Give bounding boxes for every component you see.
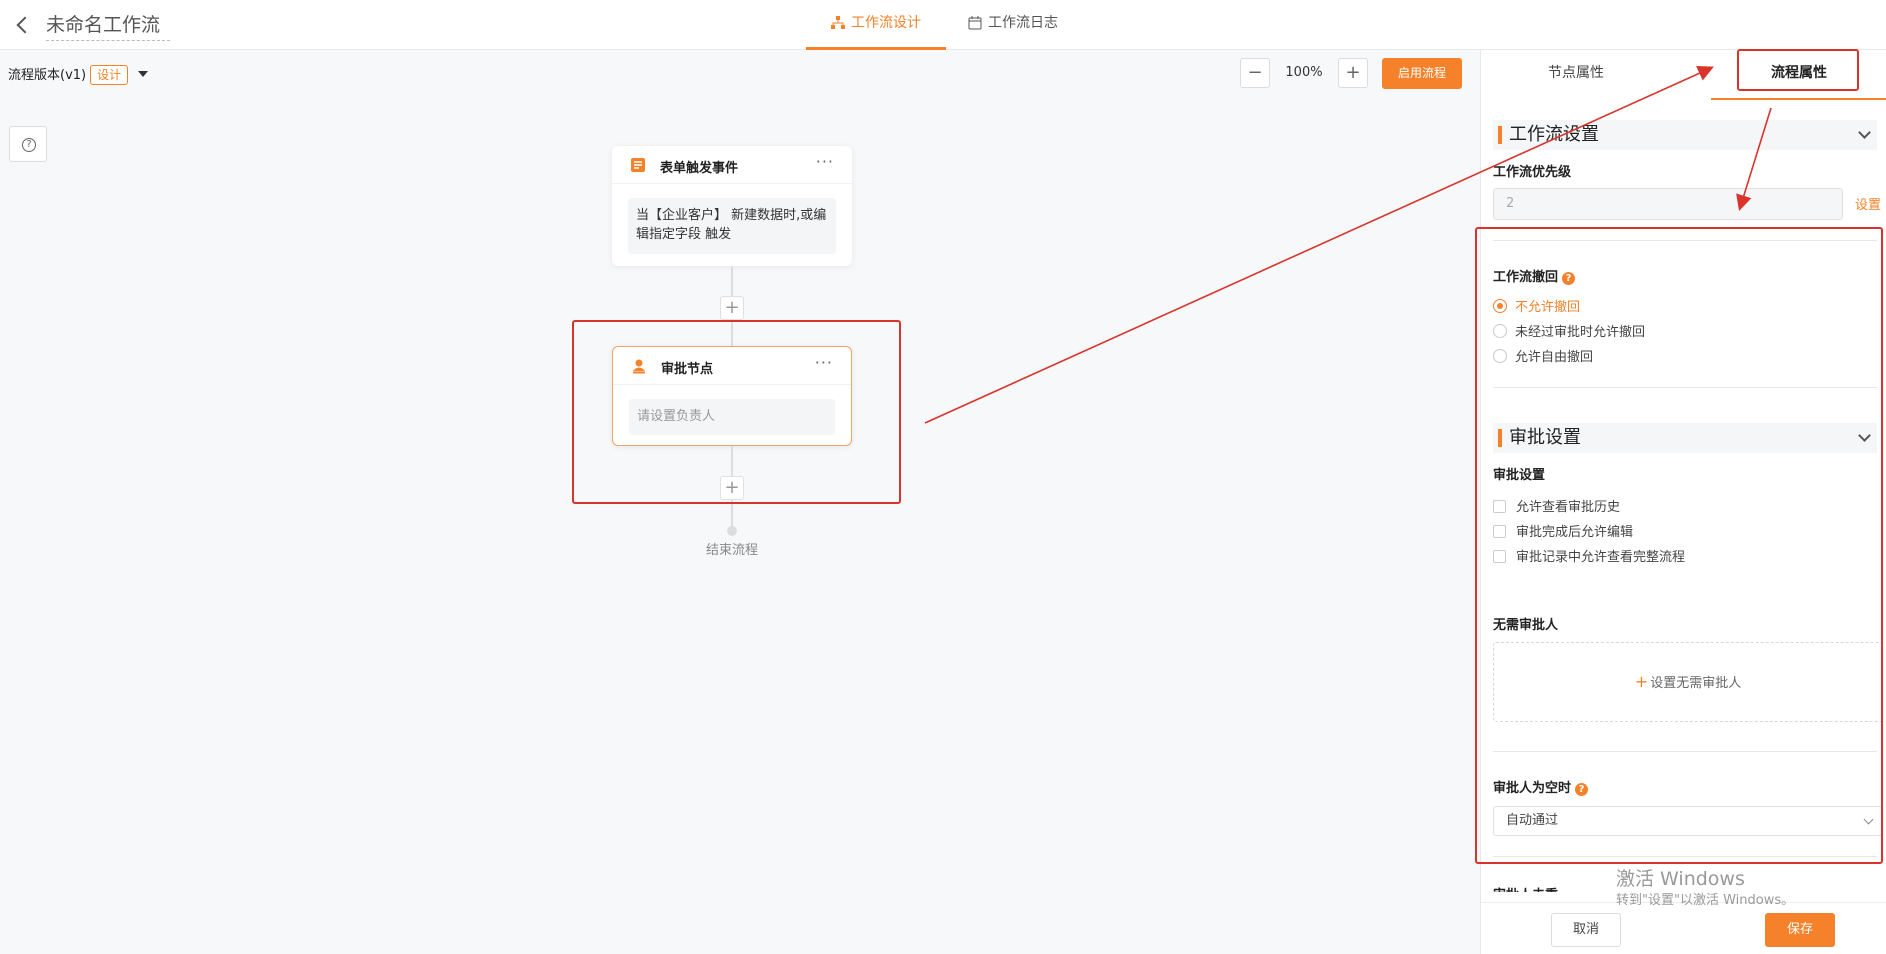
node-title: 表单触发事件 [660,161,739,176]
cancel-button[interactable]: 取消 [1551,913,1621,947]
end-dot [727,526,737,536]
form-icon [631,158,645,172]
node-header: 表单触发事件 ··· [612,146,852,184]
section-workflow-settings[interactable]: 工作流设置 [1493,120,1877,150]
workflow-title[interactable]: 未命名工作流 [46,10,170,41]
tab-workflow-log[interactable]: 工作流日志 [968,0,1078,50]
tab-label: 工作流设计 [851,15,921,31]
tab-label: 工作流日志 [988,15,1058,31]
tab-workflow-design[interactable]: 工作流设计 [806,0,946,50]
end-flow-label: 结束流程 [705,543,758,558]
help-button[interactable]: ? [9,126,47,162]
priority-input[interactable]: 2 [1493,188,1843,220]
chevron-down-icon[interactable] [1858,126,1871,139]
calendar-icon [968,16,982,30]
zoom-level: 100% [1285,65,1323,80]
more-icon[interactable]: ··· [816,152,834,171]
annotation-box [1475,227,1883,864]
priority-label: 工作流优先级 [1493,165,1572,180]
save-button[interactable]: 保存 [1765,913,1835,947]
annotation-box [1737,49,1859,91]
node-description: 当【企业客户】 新建数据时,或编辑指定字段 触发 [628,198,836,254]
section-title: 工作流设置 [1509,124,1599,145]
windows-watermark: 激活 Windows 转到"设置"以激活 Windows。 [1616,868,1794,912]
annotation-box [572,320,901,504]
watermark-title: 激活 Windows [1616,868,1745,890]
question-icon: ? [22,138,36,152]
caret-down-icon[interactable] [138,71,149,77]
flow-icon [831,16,845,29]
version-badge: 设计 [90,65,129,85]
back-icon[interactable] [12,14,34,36]
tab-node-properties[interactable]: 节点属性 [1481,50,1671,100]
cutoff-label: 审批人去重 [1493,884,1558,892]
zoom-in-button[interactable]: + [1338,58,1368,88]
enable-flow-button[interactable]: 启用流程 [1382,58,1462,89]
version-label: 流程版本(v1) [8,68,87,83]
watermark-subtitle: 转到"设置"以激活 Windows。 [1616,893,1795,908]
version-selector[interactable]: 流程版本(v1) 设计 [8,64,149,85]
add-node-button[interactable]: + [720,296,744,320]
top-bar: 未命名工作流 工作流设计 工作流日志 [0,0,1886,50]
trigger-node[interactable]: 表单触发事件 ··· 当【企业客户】 新建数据时,或编辑指定字段 触发 [612,146,852,266]
zoom-out-button[interactable]: − [1240,58,1270,88]
priority-set-link[interactable]: 设置 [1855,194,1881,213]
